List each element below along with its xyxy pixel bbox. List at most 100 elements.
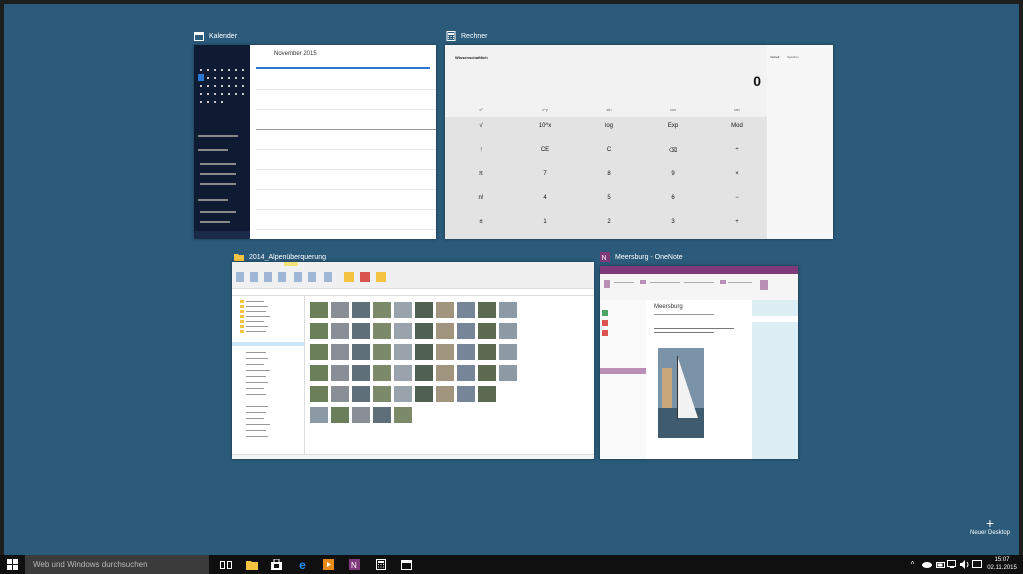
photo-thumbnail[interactable] (352, 344, 370, 360)
photo-thumbnail[interactable] (331, 302, 349, 318)
tab-memory[interactable]: Speicher (787, 55, 799, 59)
photo-thumbnail[interactable] (394, 407, 412, 423)
photo-thumbnail[interactable] (310, 344, 328, 360)
chevron-up-icon[interactable]: ^ (906, 558, 919, 571)
photo-thumbnail[interactable] (310, 386, 328, 402)
photo-thumbnail[interactable] (352, 302, 370, 318)
photo-thumbnail[interactable] (415, 386, 433, 402)
edge-browser-icon[interactable]: e (296, 558, 309, 572)
photo-thumbnail[interactable] (415, 302, 433, 318)
photo-thumbnail[interactable] (331, 407, 349, 423)
store-icon[interactable] (270, 558, 283, 571)
taskbar-search-box[interactable]: Web und Windows durchsuchen (25, 555, 209, 574)
calc-key[interactable]: 4 (515, 195, 575, 201)
calculator-window-thumbnail[interactable]: Wissenschaftlich 0 x² x^y sin cos tan √ 10^x lo… (445, 45, 833, 239)
photo-thumbnail[interactable] (352, 365, 370, 381)
photo-thumbnail[interactable] (436, 323, 454, 339)
calc-key[interactable]: cos (643, 107, 703, 112)
calc-key[interactable]: Mod (707, 123, 767, 129)
photo-thumbnail[interactable] (415, 344, 433, 360)
calc-key[interactable]: 2 (579, 219, 639, 225)
calc-key[interactable]: ↑ (451, 147, 511, 153)
photo-thumbnail[interactable] (478, 365, 496, 381)
photo-thumbnail[interactable] (331, 344, 349, 360)
photo-thumbnail[interactable] (478, 323, 496, 339)
calc-key[interactable]: − (707, 195, 767, 201)
calculator-taskbar-icon[interactable] (374, 558, 387, 571)
photo-thumbnail[interactable] (331, 323, 349, 339)
calc-key[interactable]: 8 (579, 171, 639, 177)
photo-thumbnail[interactable] (310, 323, 328, 339)
photo-thumbnail[interactable] (331, 365, 349, 381)
photo-thumbnail[interactable] (373, 323, 391, 339)
calc-key[interactable]: ± (451, 219, 511, 225)
calc-key[interactable]: × (707, 171, 767, 177)
photo-thumbnail[interactable] (499, 344, 517, 360)
photo-thumbnail[interactable] (394, 323, 412, 339)
calc-key[interactable]: 5 (579, 195, 639, 201)
cloud-icon[interactable] (920, 558, 933, 571)
photo-thumbnail[interactable] (352, 323, 370, 339)
calc-key[interactable]: C (579, 147, 639, 153)
calc-key[interactable]: + (707, 219, 767, 225)
photo-thumbnail[interactable] (436, 386, 454, 402)
calc-key[interactable]: √ (451, 123, 511, 129)
photo-thumbnail[interactable] (478, 302, 496, 318)
photo-thumbnail[interactable] (373, 365, 391, 381)
photo-thumbnail[interactable] (457, 365, 475, 381)
photo-thumbnail[interactable] (373, 344, 391, 360)
onenote-window-title[interactable]: N Meersburg - OneNote (600, 250, 683, 264)
photo-thumbnail[interactable] (457, 386, 475, 402)
calc-key[interactable]: sin (579, 107, 639, 112)
calc-key[interactable]: log (579, 123, 639, 129)
calc-key[interactable]: tan (707, 107, 767, 112)
calc-key[interactable]: 3 (643, 219, 703, 225)
photo-thumbnail[interactable] (499, 302, 517, 318)
photo-thumbnail[interactable] (478, 344, 496, 360)
photo-thumbnail[interactable] (352, 386, 370, 402)
photo-thumbnail[interactable] (352, 407, 370, 423)
photo-thumbnail[interactable] (457, 344, 475, 360)
photo-thumbnail[interactable] (394, 386, 412, 402)
media-player-icon[interactable] (322, 558, 335, 571)
task-view-icon[interactable] (219, 558, 232, 571)
photo-thumbnail[interactable] (373, 302, 391, 318)
photo-thumbnail[interactable] (310, 302, 328, 318)
photo-thumbnail[interactable] (310, 407, 328, 423)
calc-key[interactable]: π (451, 171, 511, 177)
clock[interactable]: 15:07 02.11.2015 (983, 556, 1021, 572)
file-explorer-icon[interactable] (245, 558, 258, 571)
photo-thumbnail[interactable] (499, 323, 517, 339)
explorer-window-thumbnail[interactable] (232, 262, 594, 459)
calc-key[interactable]: ÷ (707, 147, 767, 153)
explorer-address-bar[interactable] (232, 289, 594, 296)
calc-key[interactable]: 6 (643, 195, 703, 201)
onenote-window-thumbnail[interactable]: Meersburg (600, 266, 798, 459)
calc-key[interactable]: 10^x (515, 123, 575, 129)
calc-key[interactable]: 1 (515, 219, 575, 225)
calendar-window-thumbnail[interactable]: November 2015 (194, 45, 436, 239)
calc-key[interactable]: ⌫ (643, 147, 703, 154)
photo-thumbnail[interactable] (310, 365, 328, 381)
photo-thumbnail[interactable] (436, 365, 454, 381)
photo-thumbnail[interactable] (457, 323, 475, 339)
photo-thumbnail[interactable] (331, 386, 349, 402)
calc-key[interactable]: Exp (643, 123, 703, 129)
photo-thumbnail[interactable] (499, 365, 517, 381)
onenote-taskbar-icon[interactable]: N (348, 558, 361, 571)
photo-thumbnail[interactable] (415, 323, 433, 339)
notifications-icon[interactable] (970, 558, 983, 571)
photo-thumbnail[interactable] (373, 386, 391, 402)
calendar-window-title[interactable]: Kalender (194, 29, 237, 43)
tab-history[interactable]: Verlauf (770, 55, 779, 59)
calc-key[interactable]: x² (451, 107, 511, 112)
photo-thumbnail[interactable] (394, 302, 412, 318)
photo-thumbnail[interactable] (436, 344, 454, 360)
calendar-taskbar-icon[interactable] (400, 558, 413, 571)
calc-key[interactable]: n! (451, 195, 511, 201)
windows-start-icon[interactable] (6, 558, 19, 571)
calculator-window-title[interactable]: Rechner (446, 29, 487, 43)
photo-thumbnail[interactable] (394, 365, 412, 381)
new-desktop-button[interactable]: + Neuer Desktop (966, 516, 1014, 536)
photo-thumbnail[interactable] (394, 344, 412, 360)
